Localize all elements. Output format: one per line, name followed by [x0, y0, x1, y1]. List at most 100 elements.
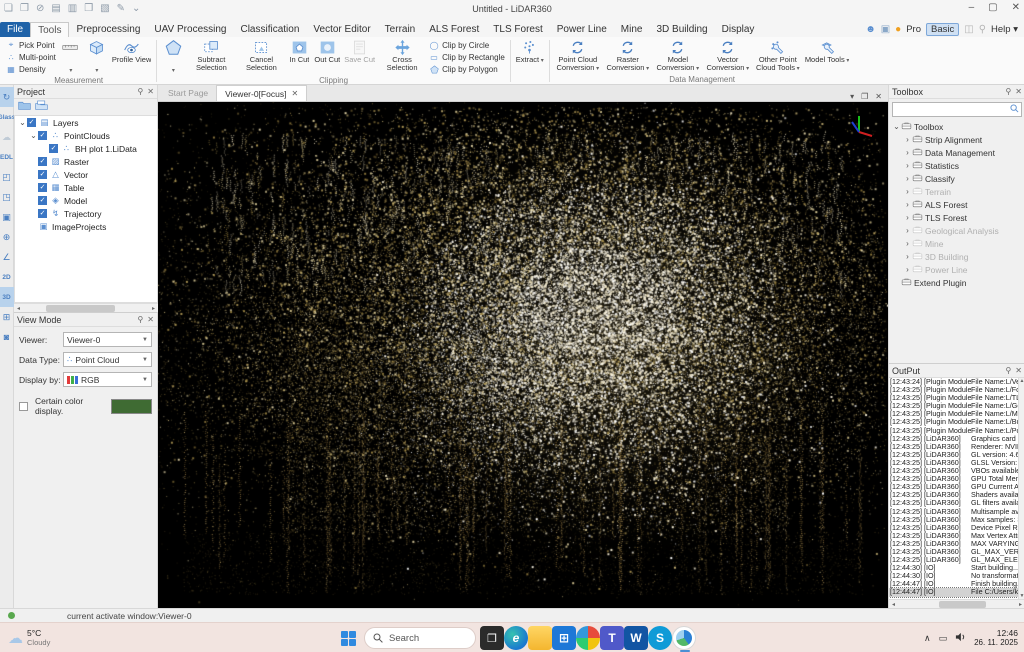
close-icon[interactable]: ✕: [1012, 2, 1020, 13]
log-entry[interactable]: [12:44:30] [IO]No transformations will b…: [889, 572, 1018, 580]
toolbox-item-als-forest[interactable]: ›ALS Forest: [889, 198, 1024, 211]
menu-tab-uav-processing[interactable]: UAV Processing: [147, 22, 233, 37]
viewer-select[interactable]: Viewer-0▼: [63, 332, 152, 347]
pin-icon[interactable]: ⚲: [1005, 87, 1011, 96]
log-entry[interactable]: [12:43:25] [LiDAR360]GL filters availabl…: [889, 499, 1018, 507]
pin-ribbon-icon[interactable]: ⚲: [979, 24, 986, 35]
point-cloud-canvas[interactable]: [158, 102, 888, 608]
rotate-view-button[interactable]: ∠: [0, 247, 14, 267]
log-entry[interactable]: [12:43:25] [Plugin Module]File Name:L/Mi…: [889, 410, 1018, 418]
cloud-display-button[interactable]: ☁: [0, 127, 14, 147]
taskbar-search[interactable]: Search: [364, 627, 476, 649]
viewer-tab-viewer-0-focus[interactable]: Viewer-0[Focus]✕: [216, 85, 307, 101]
log-entry[interactable]: [12:43:25] [LiDAR360]GL_MAX_VERTEX_ATTR: [889, 548, 1018, 556]
maximize-icon[interactable]: ▢: [988, 2, 997, 13]
tree-item-trajectory[interactable]: ✓↯Trajectory: [15, 207, 157, 220]
display-by-select[interactable]: RGB▼: [63, 372, 152, 387]
toolbox-item-terrain[interactable]: ›Terrain: [889, 185, 1024, 198]
point-cloud-conversion-button[interactable]: Point Cloud Conversion ▾: [553, 38, 603, 75]
project-hscrollbar[interactable]: ◂ ▸: [14, 303, 158, 312]
clip-by-circle-button[interactable]: ◯Clip by Circle: [429, 39, 505, 51]
store-icon[interactable]: ⊞: [552, 626, 576, 650]
log-entry[interactable]: [12:43:25] [LiDAR360]GL version: 4.6.0 N…: [889, 451, 1018, 459]
pin-icon[interactable]: ⚲: [137, 87, 143, 96]
tree-item-model[interactable]: ✓◈Model: [15, 194, 157, 207]
menu-tab-terrain[interactable]: Terrain: [378, 22, 423, 37]
toolbox-search-input[interactable]: [893, 104, 1008, 116]
toolbox-item-3d-building[interactable]: ›3D Building: [889, 250, 1024, 263]
toolbox-item-toolbox[interactable]: ⌄Toolbox: [889, 120, 1024, 133]
close-icon[interactable]: ✕: [147, 315, 154, 324]
log-entry[interactable]: [12:43:25] [Plugin Module]File Name:L/Po…: [889, 427, 1018, 435]
log-entry[interactable]: [12:43:25] [LiDAR360]MAX VARYING COMPON: [889, 540, 1018, 548]
log-entry[interactable]: [12:43:25] [LiDAR360]Multisample availab…: [889, 508, 1018, 516]
split-window-button[interactable]: ⊞: [0, 307, 14, 327]
model-conversion-button[interactable]: Model Conversion ▾: [653, 38, 703, 75]
close-tab-icon[interactable]: ✕: [291, 89, 298, 98]
data-type-select[interactable]: ∴ Point Cloud▼: [63, 352, 152, 367]
menu-tab-tools[interactable]: Tools: [30, 22, 69, 37]
word-icon[interactable]: W: [624, 626, 648, 650]
subtract-selection-button[interactable]: Subtract Selection: [186, 38, 236, 75]
teams-icon[interactable]: T: [600, 626, 624, 650]
log-entry[interactable]: [12:43:25] [LiDAR360]Max Vertex Attribs:…: [889, 532, 1018, 540]
task-view-icon[interactable]: ❐: [480, 626, 504, 650]
log-entry[interactable]: [12:43:25] [Plugin Module]File Name:L/Fo…: [889, 386, 1018, 394]
log-entry[interactable]: [12:43:25] [LiDAR360]GL_MAX_ELEMENTS_VE: [889, 556, 1018, 564]
tray-chevron-icon[interactable]: ∧: [924, 633, 931, 644]
edge-icon[interactable]: e: [504, 626, 528, 650]
toolbox-item-mine[interactable]: ›Mine: [889, 237, 1024, 250]
add-folder-icon[interactable]: [35, 100, 48, 114]
checkbox[interactable]: ✓: [27, 118, 36, 127]
save-cut-button[interactable]: Save Cut: [342, 38, 377, 75]
checkbox[interactable]: ✓: [38, 131, 47, 140]
capture-image-button[interactable]: ◙: [0, 327, 14, 347]
log-entry[interactable]: [12:43:25] [LiDAR360]Renderer: NVIDIA Ge…: [889, 443, 1018, 451]
glass-mode-button[interactable]: Glass: [0, 107, 14, 127]
full-extent-button[interactable]: ▣: [0, 207, 14, 227]
basic-mode-button[interactable]: Basic: [926, 23, 959, 36]
vector-conversion-button[interactable]: Vector Conversion ▾: [703, 38, 753, 75]
log-entry[interactable]: [12:43:25] [LiDAR360]VBOs available: [889, 467, 1018, 475]
cancel-selection-button[interactable]: Cancel Selection: [236, 38, 286, 75]
toolbox-item-data-management[interactable]: ›Data Management: [889, 146, 1024, 159]
checkbox[interactable]: ✓: [38, 209, 47, 218]
log-entry[interactable]: [12:44:47] [IO]File C:/Users/ks59091/Des…: [889, 588, 1018, 596]
perspective-view-button[interactable]: ◳: [0, 187, 14, 207]
toolbox-item-geological-analysis[interactable]: ›Geological Analysis: [889, 224, 1024, 237]
density-button[interactable]: ▦Density: [6, 63, 56, 75]
in-cut-button[interactable]: In Cut: [286, 38, 312, 75]
photos-icon[interactable]: [576, 626, 600, 650]
tree-item-bh-plot-1-lidata[interactable]: ✓∴BH plot 1.LiData: [15, 142, 157, 155]
close-icon[interactable]: ✕: [147, 87, 154, 96]
toolbox-item-classify[interactable]: ›Classify: [889, 172, 1024, 185]
menu-tab-vector-editor[interactable]: Vector Editor: [306, 22, 377, 37]
tree-item-layers[interactable]: ⌄✓▤Layers: [15, 116, 157, 129]
checkbox[interactable]: ✓: [38, 196, 47, 205]
minimize-icon[interactable]: –: [969, 2, 975, 13]
view-3d-button[interactable]: 3D: [0, 287, 14, 307]
menu-tab-tls-forest[interactable]: TLS Forest: [486, 22, 549, 37]
restore-icon[interactable]: ❐: [861, 92, 868, 101]
help-menu[interactable]: Help ▾: [991, 24, 1018, 35]
display-icon[interactable]: ▭: [939, 633, 948, 644]
multi-point-button[interactable]: ∴Multi-point: [6, 51, 56, 63]
toolbox-item-power-line[interactable]: ›Power Line: [889, 263, 1024, 276]
menu-tab-3d-building[interactable]: 3D Building: [649, 22, 714, 37]
license-icon[interactable]: ▣: [881, 24, 890, 35]
volume-measure-button[interactable]: ▾: [84, 38, 110, 75]
pin-icon[interactable]: ⚲: [137, 315, 143, 324]
menu-tab-als-forest[interactable]: ALS Forest: [422, 22, 486, 37]
toolbox-item-statistics[interactable]: ›Statistics: [889, 159, 1024, 172]
orthographic-view-button[interactable]: ◰: [0, 167, 14, 187]
other-point-cloud-tools-button[interactable]: Other Point Cloud Tools ▾: [753, 38, 803, 75]
log-entry[interactable]: [12:43:25] [Plugin Module]File Name:L/Ge…: [889, 402, 1018, 410]
tab-list-icon[interactable]: ▾: [850, 92, 854, 101]
log-entry[interactable]: [12:43:25] [LiDAR360]Graphics card manuf…: [889, 435, 1018, 443]
view-2d-button[interactable]: 2D: [0, 267, 14, 287]
polygon-select-button[interactable]: ▾: [160, 38, 186, 75]
profile-view-button[interactable]: Profile View: [110, 38, 153, 75]
raster-conversion-button[interactable]: Raster Conversion ▾: [603, 38, 653, 75]
speaker-icon[interactable]: [955, 632, 966, 644]
menu-tab-classification[interactable]: Classification: [233, 22, 306, 37]
